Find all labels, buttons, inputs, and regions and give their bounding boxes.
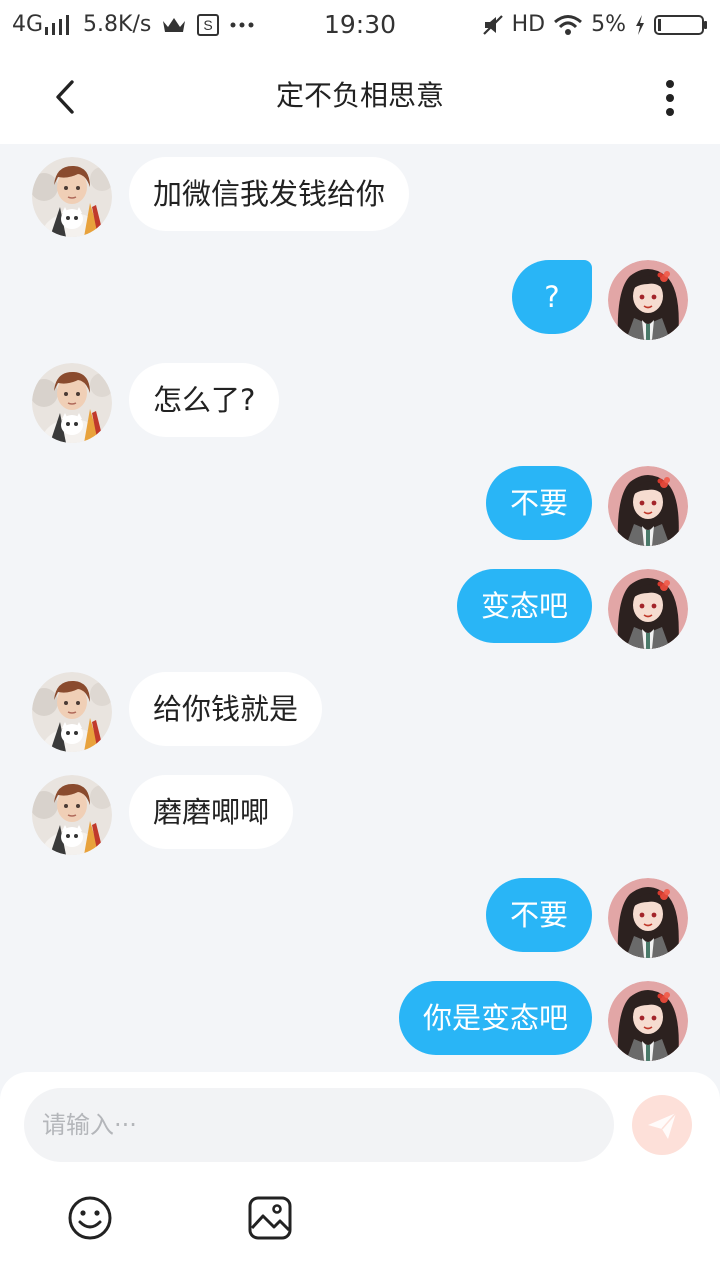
more-vertical-icon xyxy=(666,80,674,116)
avatar[interactable] xyxy=(608,981,688,1061)
message-bubble-outgoing[interactable]: 变态吧 xyxy=(456,569,592,643)
charging-icon xyxy=(636,15,644,35)
avatar[interactable] xyxy=(608,569,688,649)
battery-percent: 5% xyxy=(591,12,626,37)
paper-plane-icon xyxy=(648,1112,677,1139)
avatar[interactable] xyxy=(608,260,688,340)
chat-header: 定不负相思意 xyxy=(0,50,720,144)
send-button[interactable] xyxy=(632,1095,692,1155)
status-bar: 4G 5.8K/s S 19:30 HD 5% xyxy=(0,0,720,50)
image-icon xyxy=(248,1196,292,1240)
avatar[interactable] xyxy=(32,363,112,443)
composer-panel xyxy=(0,1072,720,1280)
status-bar-right: HD 5% xyxy=(482,10,708,40)
avatar[interactable] xyxy=(32,775,112,855)
smiley-icon xyxy=(68,1196,112,1240)
page-title: 定不负相思意 xyxy=(275,79,444,112)
image-button[interactable] xyxy=(246,1194,294,1242)
emoji-button[interactable] xyxy=(66,1194,114,1242)
message-input[interactable] xyxy=(24,1088,614,1162)
message-bubble-outgoing[interactable]: 不要 xyxy=(485,878,592,952)
avatar[interactable] xyxy=(608,878,688,958)
message-bubble-outgoing[interactable]: ? xyxy=(512,260,592,334)
message-bubble-incoming[interactable]: 磨磨唧唧 xyxy=(129,775,294,849)
wifi-icon xyxy=(554,15,583,35)
message-bubble-incoming[interactable]: 加微信我发钱给你 xyxy=(129,157,410,231)
hd-indicator: HD xyxy=(511,12,546,37)
more-options-button[interactable] xyxy=(646,74,694,122)
message-bubble-outgoing[interactable]: 你是变态吧 xyxy=(398,981,592,1055)
message-bubble-incoming[interactable]: 怎么了? xyxy=(129,363,280,437)
avatar[interactable] xyxy=(608,466,688,546)
battery-icon xyxy=(654,15,707,35)
message-bubble-incoming[interactable]: 给你钱就是 xyxy=(129,672,323,746)
mute-icon xyxy=(482,15,503,35)
avatar[interactable] xyxy=(32,672,112,752)
message-list[interactable]: 加微信我发钱给你 ? 怎么了? 不要 变态吧 给你钱就是 磨磨唧唧 不要 你是变… xyxy=(0,144,720,1072)
message-bubble-outgoing[interactable]: 不要 xyxy=(485,466,592,540)
avatar[interactable] xyxy=(32,157,112,237)
